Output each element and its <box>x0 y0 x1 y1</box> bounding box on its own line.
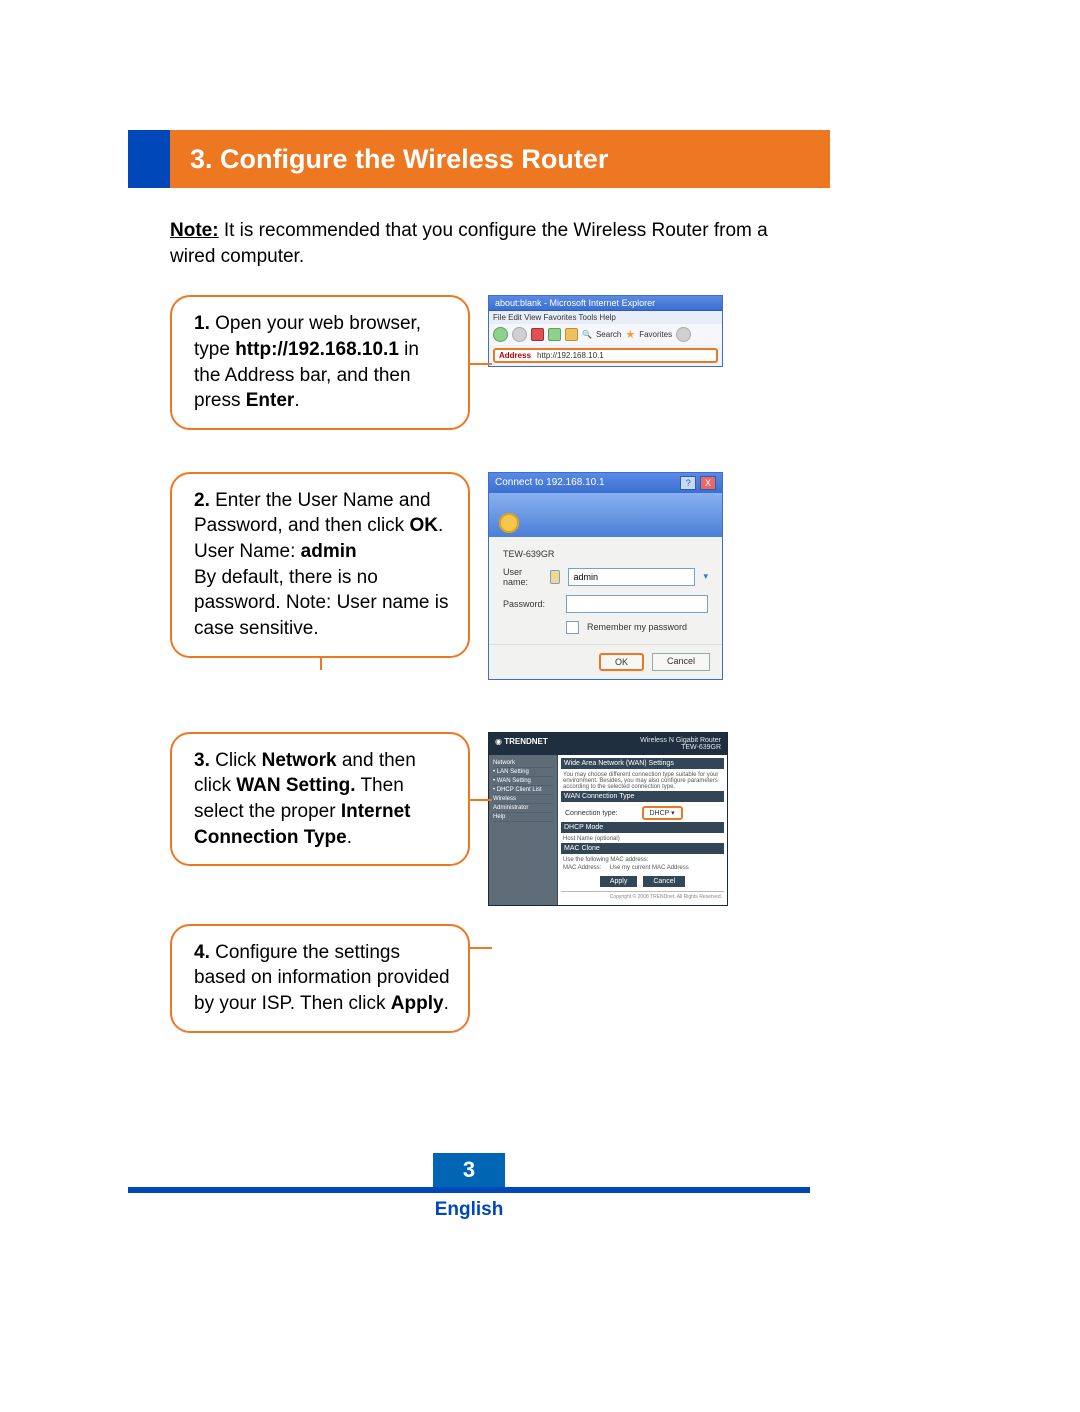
sidebar-item-administrator[interactable]: Administrator <box>493 804 553 813</box>
search-icon[interactable]: 🔍 <box>582 330 592 339</box>
step-3-row: 3. Click Network and then click WAN Sett… <box>170 732 810 906</box>
connector-line <box>320 656 322 670</box>
refresh-icon[interactable] <box>548 328 561 341</box>
step-1-number: 1. <box>194 313 210 334</box>
password-row: Password: <box>503 595 708 613</box>
sidebar-item-lan[interactable]: • LAN Setting <box>493 768 553 777</box>
brand-label: TRENDNET <box>504 737 548 746</box>
history-icon[interactable] <box>676 327 691 342</box>
dialog-title: Connect to 192.168.10.1 <box>495 477 605 488</box>
page-footer: 3 English <box>128 1153 810 1221</box>
dialog-body: TEW-639GR User name: ▾ Password: Remembe… <box>489 537 722 644</box>
sidebar-item-network[interactable]: Network <box>493 759 553 768</box>
favorites-icon[interactable]: ★ <box>625 328 635 341</box>
username-label: User name: <box>503 567 542 587</box>
sidebar-item-dhcp[interactable]: • DHCP Client List <box>493 786 553 795</box>
step-3-callout: 3. Click Network and then click WAN Sett… <box>170 732 470 867</box>
user-icon <box>550 570 561 584</box>
sidebar-item-wan[interactable]: • WAN Setting <box>493 777 553 786</box>
note-text: It is recommended that you configure the… <box>170 220 768 267</box>
close-icon[interactable]: X <box>700 476 716 490</box>
remember-checkbox[interactable] <box>566 621 579 634</box>
wan-heading: Wide Area Network (WAN) Settings <box>561 758 724 769</box>
key-icon <box>499 513 519 533</box>
step-4-callout: 4. Configure the settings based on infor… <box>170 924 470 1033</box>
username-row: User name: ▾ <box>503 567 708 587</box>
step-4-row: 4. Configure the settings based on infor… <box>170 924 810 1033</box>
password-label: Password: <box>503 599 558 609</box>
footer-language: English <box>128 1199 810 1221</box>
connector-line <box>468 799 492 801</box>
browser-menubar: File Edit View Favorites Tools Help <box>489 311 722 324</box>
mac-clone-heading: MAC Clone <box>561 843 724 854</box>
home-icon[interactable] <box>565 328 578 341</box>
sidebar-item-wireless[interactable]: Wireless <box>493 795 553 804</box>
step-1-row: 1. Open your web browser, type http://19… <box>170 295 810 430</box>
cancel-admin-button[interactable]: Cancel <box>643 876 685 887</box>
connection-type-select[interactable]: DHCP ▾ <box>642 806 683 820</box>
login-dialog-screenshot: Connect to 192.168.10.1 ? X TEW-639GR Us… <box>488 472 723 680</box>
admin-buttons: Apply Cancel <box>561 876 724 887</box>
footer-bar <box>128 1187 810 1193</box>
step-2-number: 2. <box>194 490 210 511</box>
sidebar-item-help[interactable]: Help <box>493 813 553 822</box>
apply-button[interactable]: Apply <box>600 876 638 887</box>
remember-label: Remember my password <box>587 622 687 632</box>
browser-toolbar: 🔍Search ★Favorites <box>489 324 722 345</box>
step-3-number: 3. <box>194 750 210 771</box>
step-2-row: 2. Enter the User Name and Password, and… <box>170 472 810 680</box>
conn-type-heading: WAN Connection Type <box>561 791 724 802</box>
body-area: Note: It is recommended that you configu… <box>170 218 810 1033</box>
dialog-buttons: OK Cancel <box>489 644 722 679</box>
password-input[interactable] <box>566 595 708 613</box>
address-value: http://192.168.10.1 <box>537 351 604 360</box>
browser-titlebar: about:blank - Microsoft Internet Explore… <box>489 296 722 311</box>
wan-description: You may choose different connection type… <box>561 771 724 791</box>
note-paragraph: Note: It is recommended that you configu… <box>170 218 810 269</box>
page-number: 3 <box>433 1153 505 1187</box>
back-icon[interactable] <box>493 327 508 342</box>
connector-line <box>468 363 492 365</box>
admin-main: Wide Area Network (WAN) Settings You may… <box>557 755 727 905</box>
admin-page-screenshot: ◉ TRENDNET Wireless N Gigabit RouterTEW-… <box>488 732 728 906</box>
step-1-callout: 1. Open your web browser, type http://19… <box>170 295 470 430</box>
stop-icon[interactable] <box>531 328 544 341</box>
document-page: 3. Configure the Wireless Router Note: I… <box>0 0 1080 1281</box>
connector-line <box>468 947 492 949</box>
dhcp-heading: DHCP Mode <box>561 822 724 833</box>
header-accent <box>128 130 170 188</box>
dropdown-icon[interactable]: ▾ <box>703 571 708 582</box>
forward-icon[interactable] <box>512 327 527 342</box>
ok-button[interactable]: OK <box>599 653 644 671</box>
dialog-banner <box>489 493 722 537</box>
step-2-callout: 2. Enter the User Name and Password, and… <box>170 472 470 658</box>
router-model: TEW-639GR <box>503 549 708 559</box>
note-label: Note: <box>170 220 219 241</box>
step-4-number: 4. <box>194 942 210 963</box>
dialog-titlebar: Connect to 192.168.10.1 ? X <box>489 473 722 493</box>
help-icon[interactable]: ? <box>680 476 696 490</box>
section-title: 3. Configure the Wireless Router <box>170 130 830 188</box>
browser-screenshot: about:blank - Microsoft Internet Explore… <box>488 295 723 367</box>
cancel-button[interactable]: Cancel <box>652 653 710 671</box>
address-bar[interactable]: Address http://192.168.10.1 <box>493 348 718 363</box>
username-input[interactable] <box>568 568 695 586</box>
admin-footer: Copyright © 2008 TRENDnet. All Rights Re… <box>561 891 724 902</box>
admin-sidebar: Network • LAN Setting • WAN Setting • DH… <box>489 755 557 905</box>
section-header: 3. Configure the Wireless Router <box>128 130 1080 188</box>
admin-header: ◉ TRENDNET Wireless N Gigabit RouterTEW-… <box>489 733 727 755</box>
address-label: Address <box>499 351 531 360</box>
remember-row: Remember my password <box>503 621 708 634</box>
admin-columns: Network • LAN Setting • WAN Setting • DH… <box>489 755 727 905</box>
